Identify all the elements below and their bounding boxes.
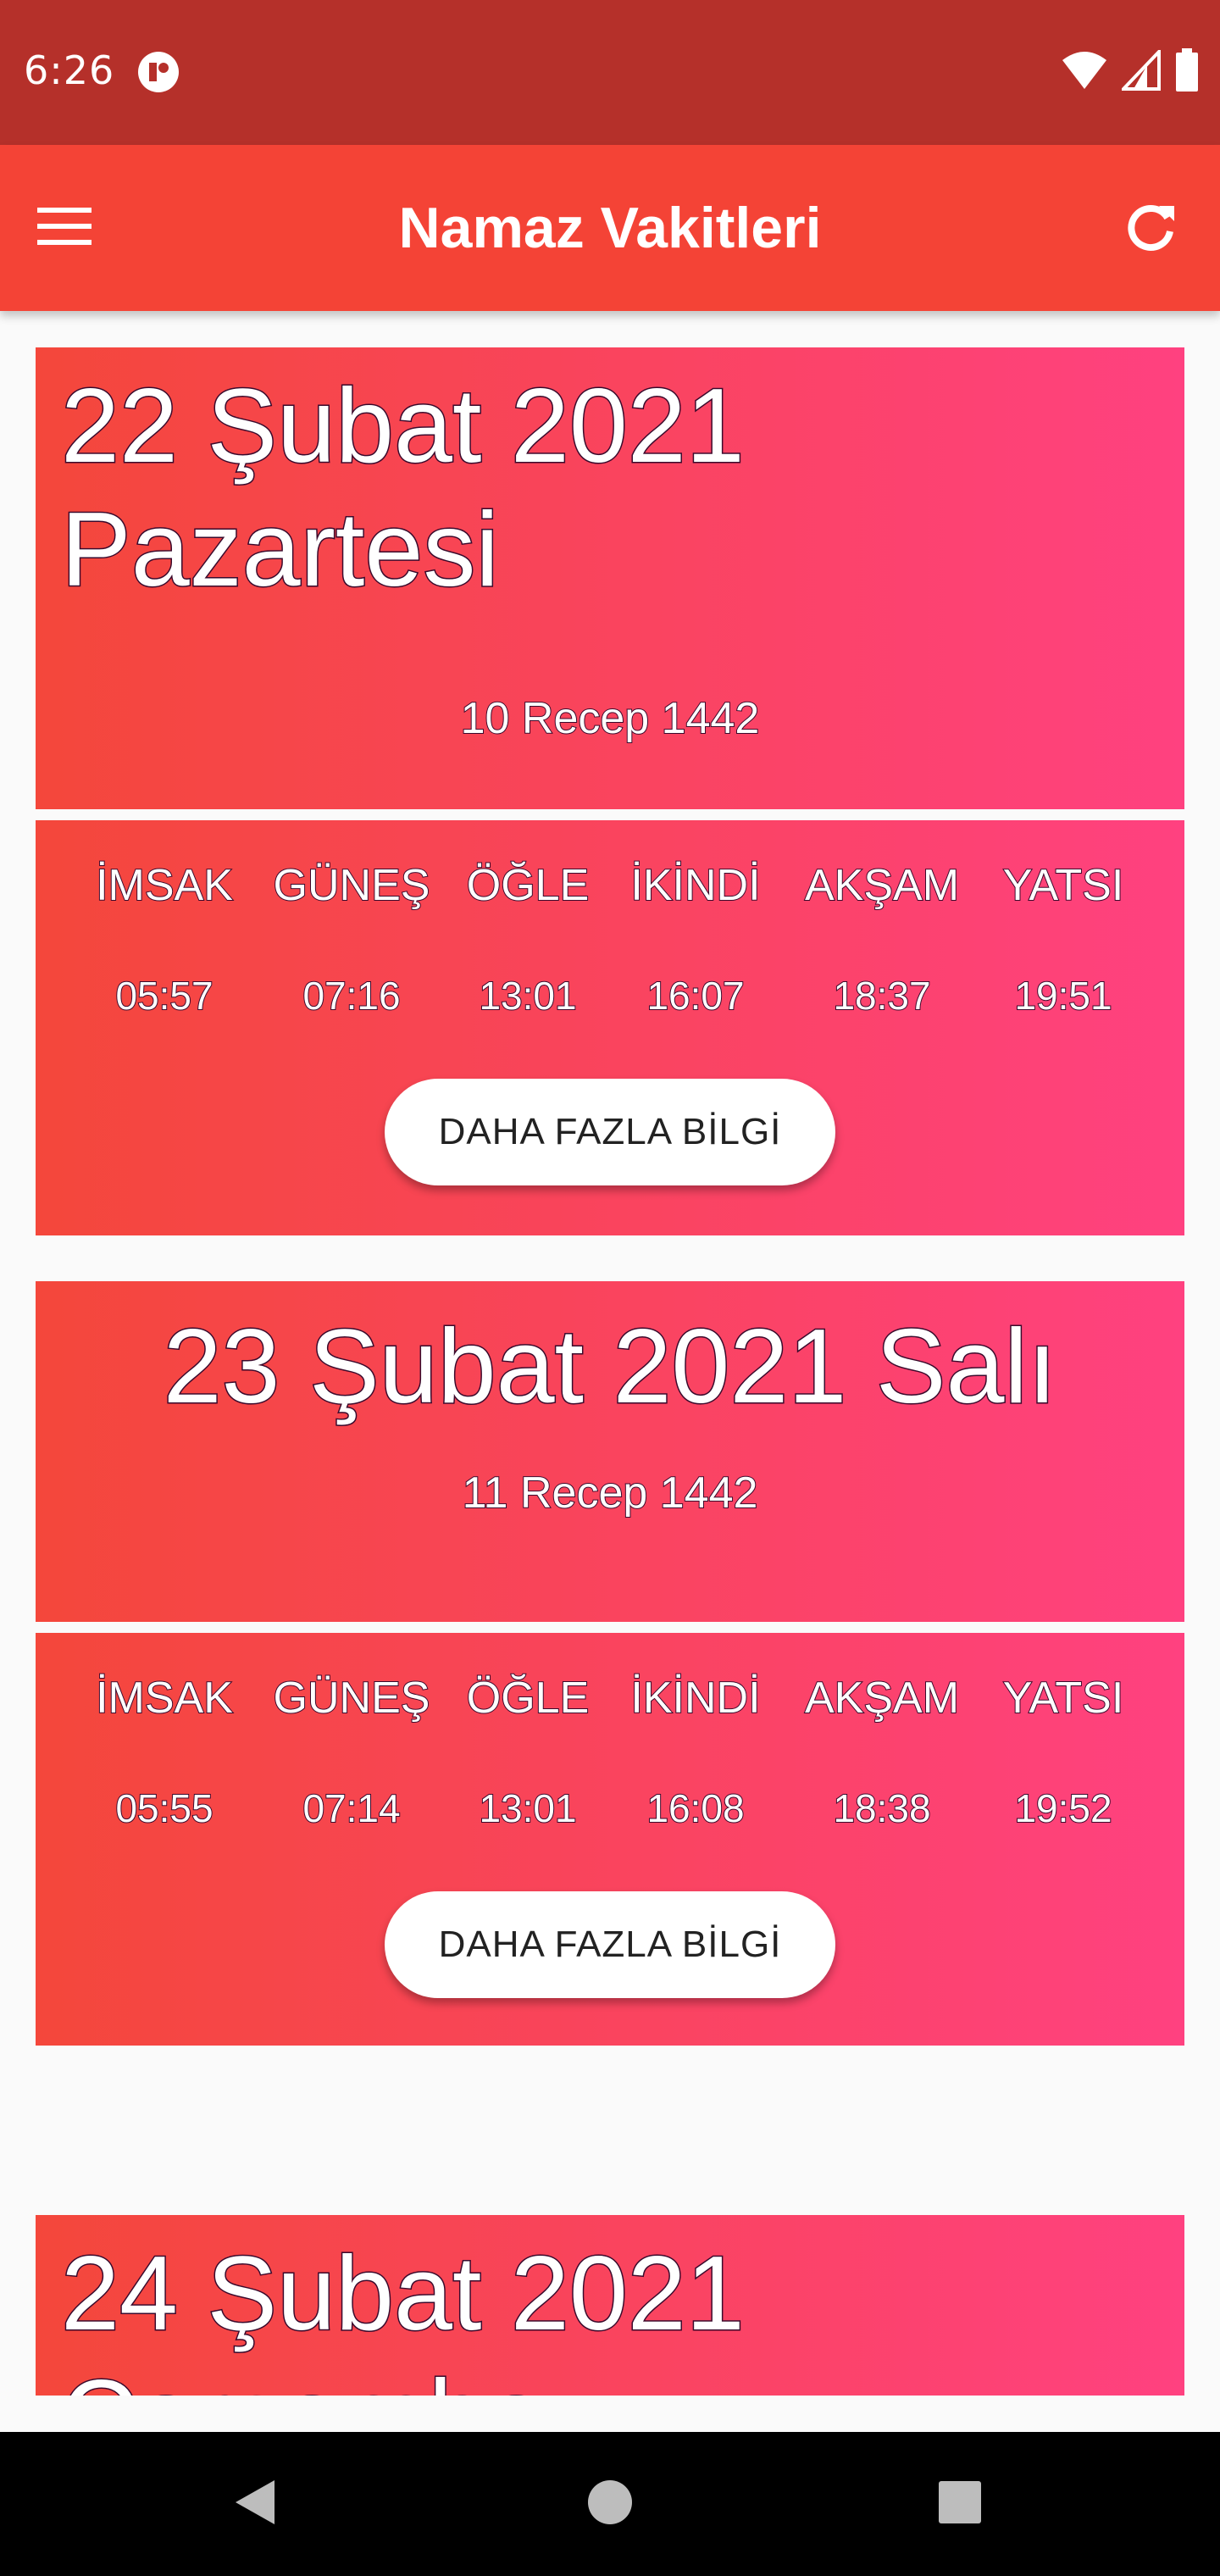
prayer-names-row: İMSAK GÜNEŞ ÖĞLE İKİNDİ AKŞAM YATSI [36,1673,1184,1724]
page-title: Namaz Vakitleri [398,196,822,260]
prayer-name-imsak: İMSAK [95,860,234,911]
prayer-name-aksam: AKŞAM [804,1673,960,1724]
system-nav-bar [0,2432,1220,2576]
prayer-time-gunes: 07:14 [302,1785,401,1831]
home-button[interactable] [572,2466,648,2542]
prayer-name-yatsi: YATSI [1002,860,1125,911]
app-bar: Namaz Vakitleri [0,145,1220,311]
day-header-card: 22 Şubat 2021 Pazartesi 10 Recep 1442 [36,347,1184,809]
date-line: 22 Şubat 2021 [60,367,746,486]
status-bar: 6:26 [0,0,1220,145]
prayer-name-gunes: GÜNEŞ [273,860,431,911]
prayer-time-ogle: 13:01 [478,1785,577,1831]
prayer-time-ikindi: 16:08 [646,1785,745,1831]
prayer-name-aksam: AKŞAM [804,860,960,911]
cell-signal-icon [1119,47,1161,95]
prayer-time-yatsi: 19:52 [1013,1785,1112,1831]
prayer-times-card: İMSAK GÜNEŞ ÖĞLE İKİNDİ AKŞAM YATSI 05:5… [36,1633,1184,2046]
prayer-time-aksam: 18:37 [832,973,931,1019]
day-header-card: 23 Şubat 2021 Salı 11 Recep 1442 [36,1281,1184,1622]
prayer-time-gunes: 07:16 [302,973,401,1019]
weekday-line: Çarşamba [60,2356,745,2396]
more-info-button[interactable]: DAHA FAZLA BİLGİ [385,1891,835,1998]
status-time: 6:26 [24,47,115,93]
refresh-icon [1123,199,1178,258]
refresh-button[interactable] [1106,184,1195,272]
hijri-date: 10 Recep 1442 [460,693,761,744]
more-info-button[interactable]: DAHA FAZLA BİLGİ [385,1079,835,1185]
prayer-time-aksam: 18:38 [832,1785,931,1831]
weekday-line: Pazartesi [60,491,501,610]
prayer-names-row: İMSAK GÜNEŞ ÖĞLE İKİNDİ AKŞAM YATSI [36,860,1184,911]
day-header-card: 24 Şubat 2021 Çarşamba [36,2215,1184,2396]
recents-icon [937,2479,983,2529]
prayer-times-card: İMSAK GÜNEŞ ÖĞLE İKİNDİ AKŞAM YATSI 05:5… [36,820,1184,1235]
prayer-time-imsak: 05:57 [114,973,214,1019]
prayer-name-gunes: GÜNEŞ [273,1673,431,1724]
prayer-time-imsak: 05:55 [114,1785,214,1831]
date-title: 23 Şubat 2021 Salı [162,1307,1058,1427]
back-button[interactable] [216,2466,292,2542]
prayer-name-ogle: ÖĞLE [466,1673,590,1724]
hamburger-menu-icon [37,206,92,251]
date-title: 22 Şubat 2021 Pazartesi [60,364,746,612]
battery-icon [1174,47,1200,97]
date-title: 24 Şubat 2021 Çarşamba [60,2232,746,2396]
prayer-time-yatsi: 19:51 [1013,973,1112,1019]
recents-button[interactable] [922,2466,998,2542]
prayer-name-imsak: İMSAK [95,1673,234,1724]
prayer-times-row: 05:57 07:16 13:01 16:07 18:37 19:51 [36,973,1184,1024]
prayer-times-list[interactable]: 22 Şubat 2021 Pazartesi 10 Recep 1442 İM… [0,311,1220,2396]
date-line: 24 Şubat 2021 [60,2235,746,2354]
menu-button[interactable] [37,186,129,270]
prayer-time-ogle: 13:01 [478,973,577,1019]
app-notification-icon [137,51,180,93]
prayer-name-ikindi: İKİNDİ [629,860,761,911]
wifi-icon [1061,50,1108,95]
prayer-name-ikindi: İKİNDİ [629,1673,761,1724]
hijri-date: 11 Recep 1442 [462,1468,759,1518]
home-icon [586,2479,634,2530]
prayer-time-ikindi: 16:07 [646,973,745,1019]
prayer-name-ogle: ÖĞLE [466,860,590,911]
back-icon [230,2477,278,2532]
prayer-name-yatsi: YATSI [1002,1673,1125,1724]
prayer-times-row: 05:55 07:14 13:01 16:08 18:38 19:52 [36,1785,1184,1836]
